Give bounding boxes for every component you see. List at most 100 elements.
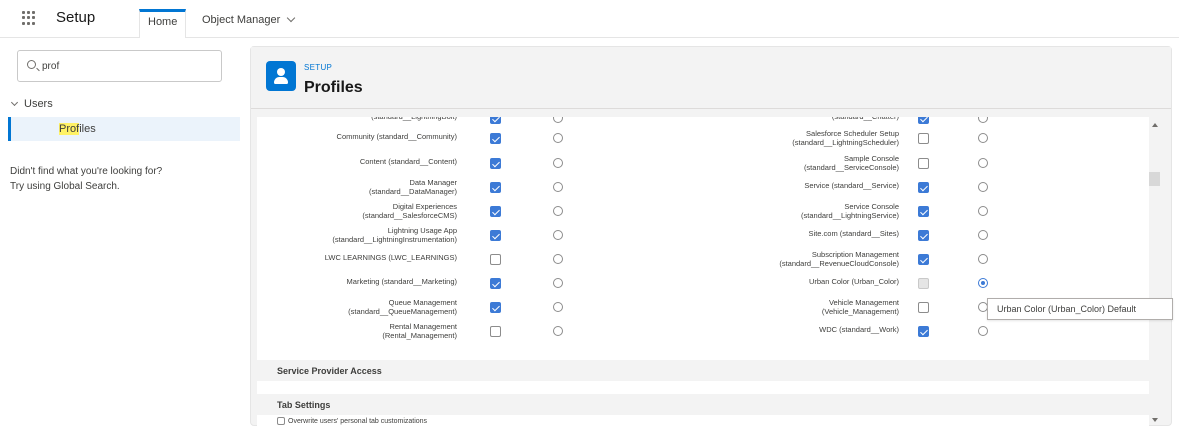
app-label-line: Queue Management [388, 298, 457, 307]
main-panel: SETUP Profiles (standard__LightningBolt)… [250, 46, 1172, 426]
app-label-line: Service Console [844, 202, 899, 211]
overwrite-tab-customizations[interactable]: Overwrite users' personal tab customizat… [277, 417, 427, 425]
visible-checkbox[interactable] [918, 158, 929, 169]
default-radio[interactable] [553, 278, 563, 288]
section-tab-settings[interactable]: Tab Settings [257, 394, 1149, 415]
default-radio[interactable] [553, 206, 563, 216]
visible-checkbox[interactable] [918, 254, 929, 265]
default-radio[interactable] [978, 117, 988, 123]
app-launcher-icon[interactable] [22, 11, 36, 25]
app-visibility-row: Digital Experiences (standard__Salesforce… [257, 200, 1149, 224]
default-radio[interactable] [553, 182, 563, 192]
scroll-thumb[interactable] [1149, 172, 1160, 186]
visible-checkbox[interactable] [490, 158, 501, 169]
tree-item-users[interactable]: Users [10, 98, 53, 110]
tab-home[interactable]: Home [139, 9, 187, 38]
app-name-label: Data Manager (standard__DataManager) [257, 178, 457, 196]
vertical-scrollbar[interactable] [1148, 120, 1162, 426]
default-radio[interactable] [553, 133, 563, 143]
chevron-down-icon[interactable] [287, 13, 296, 23]
app-api-name-line: (Rental_Management) [382, 331, 457, 340]
app-name-label: Service (standard__Service) [689, 181, 899, 190]
section-service-provider-access[interactable]: Service Provider Access [257, 360, 1149, 381]
app-name-label: Community (standard__Community) [257, 132, 457, 141]
tree-item-users-label: Users [24, 98, 53, 110]
app-label-line: Sample Console [843, 154, 899, 163]
app-name-label: Urban Color (Urban_Color) [689, 277, 899, 286]
default-radio[interactable] [553, 302, 563, 312]
app-label-line: (standard__Chatter) [689, 117, 899, 121]
app-name-label: Rental Management (Rental_Management) [257, 322, 457, 340]
default-radio[interactable] [978, 254, 988, 264]
setup-sidebar: Users Profiles Didn't find what you're l… [0, 38, 240, 426]
chevron-down-icon[interactable] [10, 98, 19, 107]
app-label-line: WDC (standard__Work) [819, 325, 899, 334]
section-title: Service Provider Access [277, 366, 382, 376]
section-title: Tab Settings [277, 400, 331, 410]
app-label-line: Salesforce Scheduler Setup [806, 129, 899, 138]
app-label-line: Lightning Usage App [387, 226, 457, 235]
visible-checkbox[interactable] [918, 326, 929, 337]
visible-checkbox[interactable] [490, 182, 501, 193]
visible-checkbox[interactable] [918, 182, 929, 193]
app-name-label: WDC (standard__Work) [689, 325, 899, 334]
not-found-line: Didn't find what you're looking for? [10, 166, 163, 177]
page-header: SETUP Profiles [251, 47, 1171, 109]
default-radio[interactable] [978, 278, 988, 288]
visible-checkbox[interactable] [918, 133, 929, 144]
tree-item-profiles-label: iles [79, 123, 96, 135]
app-visibility-row: Community (standard__Community) Salesforc… [257, 127, 1149, 151]
default-radio[interactable] [553, 326, 563, 336]
app-visibility-row: Data Manager (standard__DataManager) Servi… [257, 176, 1149, 200]
app-label-line: Site.com (standard__Sites) [808, 229, 899, 238]
visible-checkbox[interactable] [490, 326, 501, 337]
default-radio[interactable] [553, 158, 563, 168]
overwrite-checkbox[interactable] [277, 417, 285, 425]
visible-checkbox[interactable] [490, 206, 501, 217]
visible-checkbox[interactable] [918, 302, 929, 313]
app-name-label: LWC LEARNINGS (LWC_LEARNINGS) [257, 253, 457, 262]
default-radio[interactable] [978, 158, 988, 168]
visible-checkbox[interactable] [490, 117, 501, 124]
tab-home-label: Home [148, 16, 178, 28]
app-name-label: Marketing (standard__Marketing) [257, 277, 457, 286]
visible-checkbox[interactable] [490, 133, 501, 144]
default-radio[interactable] [553, 254, 563, 264]
app-name-label: Queue Management (standard__QueueManageme… [257, 298, 457, 316]
default-radio[interactable] [978, 206, 988, 216]
tab-object-manager[interactable]: Object Manager [194, 9, 302, 38]
app-name-label: Salesforce Scheduler Setup (standard__Lig… [689, 129, 899, 147]
app-label-line: Content (standard__Content) [359, 157, 457, 166]
app-api-name-line: (standard__LightningScheduler) [792, 138, 899, 147]
app-api-name-line: (standard__ServiceConsole) [803, 163, 899, 172]
app-label-line: (standard__LightningBolt) [257, 117, 457, 121]
tree-item-profiles[interactable]: Profiles [8, 117, 240, 141]
app-api-name-line: (standard__DataManager) [369, 187, 457, 196]
app-label-line: Urban Color (Urban_Color) [808, 277, 899, 286]
app-visibility-row: Content (standard__Content) Sample Consol… [257, 152, 1149, 176]
scroll-up-icon[interactable] [1152, 123, 1158, 127]
default-radio[interactable] [553, 230, 563, 240]
app-label-line: Rental Management [389, 322, 457, 331]
visible-checkbox[interactable] [490, 254, 501, 265]
app-name-label: Sample Console (standard__ServiceConsole) [689, 154, 899, 172]
quick-find-box[interactable] [17, 50, 222, 82]
app-name-label: Vehicle Management (Vehicle_Management) [689, 298, 899, 316]
visible-checkbox[interactable] [490, 278, 501, 289]
visible-checkbox[interactable] [918, 206, 929, 217]
app-label-line: LWC LEARNINGS (LWC_LEARNINGS) [324, 253, 457, 262]
app-label-line: Vehicle Management [828, 298, 899, 307]
global-search-hint: Try using Global Search. [10, 181, 120, 192]
quick-find-input[interactable] [42, 57, 212, 75]
visible-checkbox[interactable] [490, 230, 501, 241]
visible-checkbox[interactable] [918, 230, 929, 241]
default-radio[interactable] [978, 326, 988, 336]
app-visibility-row: LWC LEARNINGS (LWC_LEARNINGS) Subscriptio… [257, 248, 1149, 272]
default-radio[interactable] [978, 133, 988, 143]
default-radio[interactable] [978, 230, 988, 240]
scroll-down-icon[interactable] [1152, 418, 1158, 422]
default-radio[interactable] [978, 182, 988, 192]
visible-checkbox[interactable] [918, 117, 929, 124]
default-radio[interactable] [553, 117, 563, 123]
visible-checkbox[interactable] [490, 302, 501, 313]
